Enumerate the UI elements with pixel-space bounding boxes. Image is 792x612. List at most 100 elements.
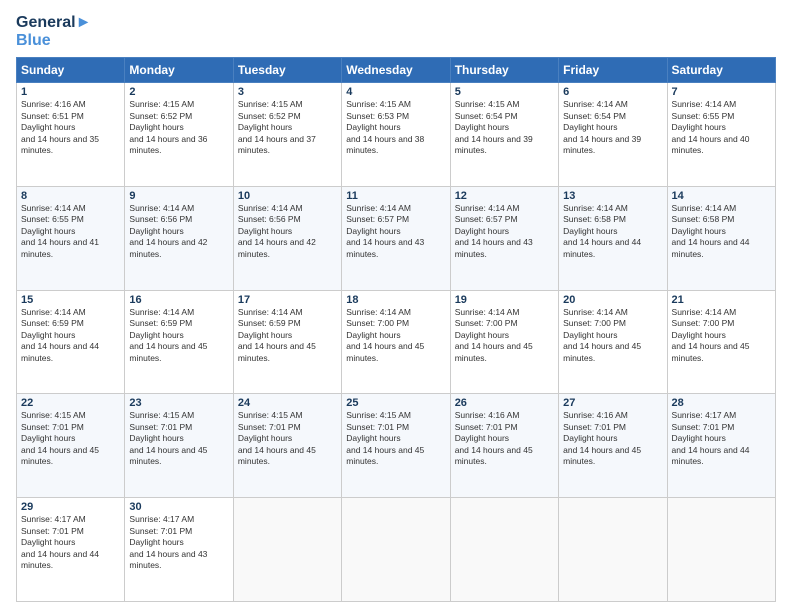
day-cell: 4Sunrise: 4:15 AMSunset: 6:53 PMDaylight… bbox=[342, 83, 450, 187]
day-info: Sunrise: 4:15 AMSunset: 7:01 PMDaylight … bbox=[129, 410, 207, 466]
day-cell: 1Sunrise: 4:16 AMSunset: 6:51 PMDaylight… bbox=[17, 83, 125, 187]
day-info: Sunrise: 4:14 AMSunset: 6:59 PMDaylight … bbox=[238, 307, 316, 363]
day-info: Sunrise: 4:17 AMSunset: 7:01 PMDaylight … bbox=[21, 514, 99, 570]
day-cell: 10Sunrise: 4:14 AMSunset: 6:56 PMDayligh… bbox=[233, 186, 341, 290]
day-info: Sunrise: 4:16 AMSunset: 6:51 PMDaylight … bbox=[21, 99, 99, 155]
day-number: 29 bbox=[21, 501, 120, 513]
day-info: Sunrise: 4:14 AMSunset: 6:54 PMDaylight … bbox=[563, 99, 641, 155]
day-number: 7 bbox=[672, 86, 771, 98]
calendar-page: General► Blue SundayMondayTuesdayWednesd… bbox=[0, 0, 792, 612]
day-cell bbox=[667, 498, 775, 602]
day-number: 20 bbox=[563, 294, 662, 306]
day-number: 6 bbox=[563, 86, 662, 98]
day-cell: 27Sunrise: 4:16 AMSunset: 7:01 PMDayligh… bbox=[559, 394, 667, 498]
day-info: Sunrise: 4:15 AMSunset: 6:53 PMDaylight … bbox=[346, 99, 424, 155]
day-info: Sunrise: 4:14 AMSunset: 6:58 PMDaylight … bbox=[672, 203, 750, 259]
day-info: Sunrise: 4:14 AMSunset: 6:55 PMDaylight … bbox=[672, 99, 750, 155]
day-cell: 12Sunrise: 4:14 AMSunset: 6:57 PMDayligh… bbox=[450, 186, 558, 290]
day-cell: 8Sunrise: 4:14 AMSunset: 6:55 PMDaylight… bbox=[17, 186, 125, 290]
week-row-5: 29Sunrise: 4:17 AMSunset: 7:01 PMDayligh… bbox=[17, 498, 776, 602]
day-number: 1 bbox=[21, 86, 120, 98]
day-cell: 25Sunrise: 4:15 AMSunset: 7:01 PMDayligh… bbox=[342, 394, 450, 498]
day-number: 24 bbox=[238, 397, 337, 409]
header: General► Blue bbox=[16, 14, 776, 49]
day-number: 10 bbox=[238, 190, 337, 202]
day-number: 16 bbox=[129, 294, 228, 306]
col-header-wednesday: Wednesday bbox=[342, 58, 450, 83]
day-info: Sunrise: 4:16 AMSunset: 7:01 PMDaylight … bbox=[455, 410, 533, 466]
col-header-saturday: Saturday bbox=[667, 58, 775, 83]
day-cell: 15Sunrise: 4:14 AMSunset: 6:59 PMDayligh… bbox=[17, 290, 125, 394]
day-cell: 14Sunrise: 4:14 AMSunset: 6:58 PMDayligh… bbox=[667, 186, 775, 290]
col-header-monday: Monday bbox=[125, 58, 233, 83]
day-number: 18 bbox=[346, 294, 445, 306]
day-cell: 20Sunrise: 4:14 AMSunset: 7:00 PMDayligh… bbox=[559, 290, 667, 394]
day-cell: 19Sunrise: 4:14 AMSunset: 7:00 PMDayligh… bbox=[450, 290, 558, 394]
day-cell: 7Sunrise: 4:14 AMSunset: 6:55 PMDaylight… bbox=[667, 83, 775, 187]
day-info: Sunrise: 4:14 AMSunset: 6:57 PMDaylight … bbox=[455, 203, 533, 259]
day-cell bbox=[342, 498, 450, 602]
day-number: 17 bbox=[238, 294, 337, 306]
day-info: Sunrise: 4:15 AMSunset: 7:01 PMDaylight … bbox=[346, 410, 424, 466]
week-row-2: 8Sunrise: 4:14 AMSunset: 6:55 PMDaylight… bbox=[17, 186, 776, 290]
day-cell: 11Sunrise: 4:14 AMSunset: 6:57 PMDayligh… bbox=[342, 186, 450, 290]
col-header-tuesday: Tuesday bbox=[233, 58, 341, 83]
day-info: Sunrise: 4:14 AMSunset: 6:57 PMDaylight … bbox=[346, 203, 424, 259]
day-cell: 17Sunrise: 4:14 AMSunset: 6:59 PMDayligh… bbox=[233, 290, 341, 394]
day-cell: 23Sunrise: 4:15 AMSunset: 7:01 PMDayligh… bbox=[125, 394, 233, 498]
logo: General► Blue bbox=[16, 14, 91, 49]
day-info: Sunrise: 4:15 AMSunset: 6:54 PMDaylight … bbox=[455, 99, 533, 155]
day-info: Sunrise: 4:15 AMSunset: 6:52 PMDaylight … bbox=[129, 99, 207, 155]
day-info: Sunrise: 4:14 AMSunset: 7:00 PMDaylight … bbox=[455, 307, 533, 363]
day-info: Sunrise: 4:15 AMSunset: 7:01 PMDaylight … bbox=[238, 410, 316, 466]
day-number: 26 bbox=[455, 397, 554, 409]
day-cell: 16Sunrise: 4:14 AMSunset: 6:59 PMDayligh… bbox=[125, 290, 233, 394]
col-header-thursday: Thursday bbox=[450, 58, 558, 83]
day-info: Sunrise: 4:15 AMSunset: 7:01 PMDaylight … bbox=[21, 410, 99, 466]
day-info: Sunrise: 4:14 AMSunset: 7:00 PMDaylight … bbox=[346, 307, 424, 363]
day-cell: 2Sunrise: 4:15 AMSunset: 6:52 PMDaylight… bbox=[125, 83, 233, 187]
day-info: Sunrise: 4:14 AMSunset: 6:59 PMDaylight … bbox=[129, 307, 207, 363]
day-number: 25 bbox=[346, 397, 445, 409]
day-number: 3 bbox=[238, 86, 337, 98]
day-cell: 18Sunrise: 4:14 AMSunset: 7:00 PMDayligh… bbox=[342, 290, 450, 394]
day-cell: 29Sunrise: 4:17 AMSunset: 7:01 PMDayligh… bbox=[17, 498, 125, 602]
day-number: 9 bbox=[129, 190, 228, 202]
day-number: 30 bbox=[129, 501, 228, 513]
day-info: Sunrise: 4:15 AMSunset: 6:52 PMDaylight … bbox=[238, 99, 316, 155]
day-cell bbox=[450, 498, 558, 602]
day-info: Sunrise: 4:14 AMSunset: 6:59 PMDaylight … bbox=[21, 307, 99, 363]
day-info: Sunrise: 4:14 AMSunset: 6:55 PMDaylight … bbox=[21, 203, 99, 259]
day-cell: 9Sunrise: 4:14 AMSunset: 6:56 PMDaylight… bbox=[125, 186, 233, 290]
day-number: 15 bbox=[21, 294, 120, 306]
day-info: Sunrise: 4:14 AMSunset: 6:56 PMDaylight … bbox=[238, 203, 316, 259]
calendar-table: SundayMondayTuesdayWednesdayThursdayFrid… bbox=[16, 57, 776, 602]
day-cell: 6Sunrise: 4:14 AMSunset: 6:54 PMDaylight… bbox=[559, 83, 667, 187]
day-info: Sunrise: 4:16 AMSunset: 7:01 PMDaylight … bbox=[563, 410, 641, 466]
day-number: 23 bbox=[129, 397, 228, 409]
day-number: 14 bbox=[672, 190, 771, 202]
day-number: 5 bbox=[455, 86, 554, 98]
day-cell: 3Sunrise: 4:15 AMSunset: 6:52 PMDaylight… bbox=[233, 83, 341, 187]
day-number: 12 bbox=[455, 190, 554, 202]
day-number: 21 bbox=[672, 294, 771, 306]
day-number: 27 bbox=[563, 397, 662, 409]
week-row-1: 1Sunrise: 4:16 AMSunset: 6:51 PMDaylight… bbox=[17, 83, 776, 187]
day-number: 2 bbox=[129, 86, 228, 98]
day-cell bbox=[233, 498, 341, 602]
day-cell: 28Sunrise: 4:17 AMSunset: 7:01 PMDayligh… bbox=[667, 394, 775, 498]
week-row-3: 15Sunrise: 4:14 AMSunset: 6:59 PMDayligh… bbox=[17, 290, 776, 394]
day-info: Sunrise: 4:14 AMSunset: 7:00 PMDaylight … bbox=[563, 307, 641, 363]
day-cell: 21Sunrise: 4:14 AMSunset: 7:00 PMDayligh… bbox=[667, 290, 775, 394]
day-info: Sunrise: 4:17 AMSunset: 7:01 PMDaylight … bbox=[129, 514, 207, 570]
day-number: 19 bbox=[455, 294, 554, 306]
logo-line2: Blue bbox=[16, 32, 91, 50]
day-number: 8 bbox=[21, 190, 120, 202]
day-number: 22 bbox=[21, 397, 120, 409]
day-number: 13 bbox=[563, 190, 662, 202]
day-cell: 26Sunrise: 4:16 AMSunset: 7:01 PMDayligh… bbox=[450, 394, 558, 498]
day-info: Sunrise: 4:14 AMSunset: 6:56 PMDaylight … bbox=[129, 203, 207, 259]
day-number: 11 bbox=[346, 190, 445, 202]
day-number: 28 bbox=[672, 397, 771, 409]
day-cell: 24Sunrise: 4:15 AMSunset: 7:01 PMDayligh… bbox=[233, 394, 341, 498]
